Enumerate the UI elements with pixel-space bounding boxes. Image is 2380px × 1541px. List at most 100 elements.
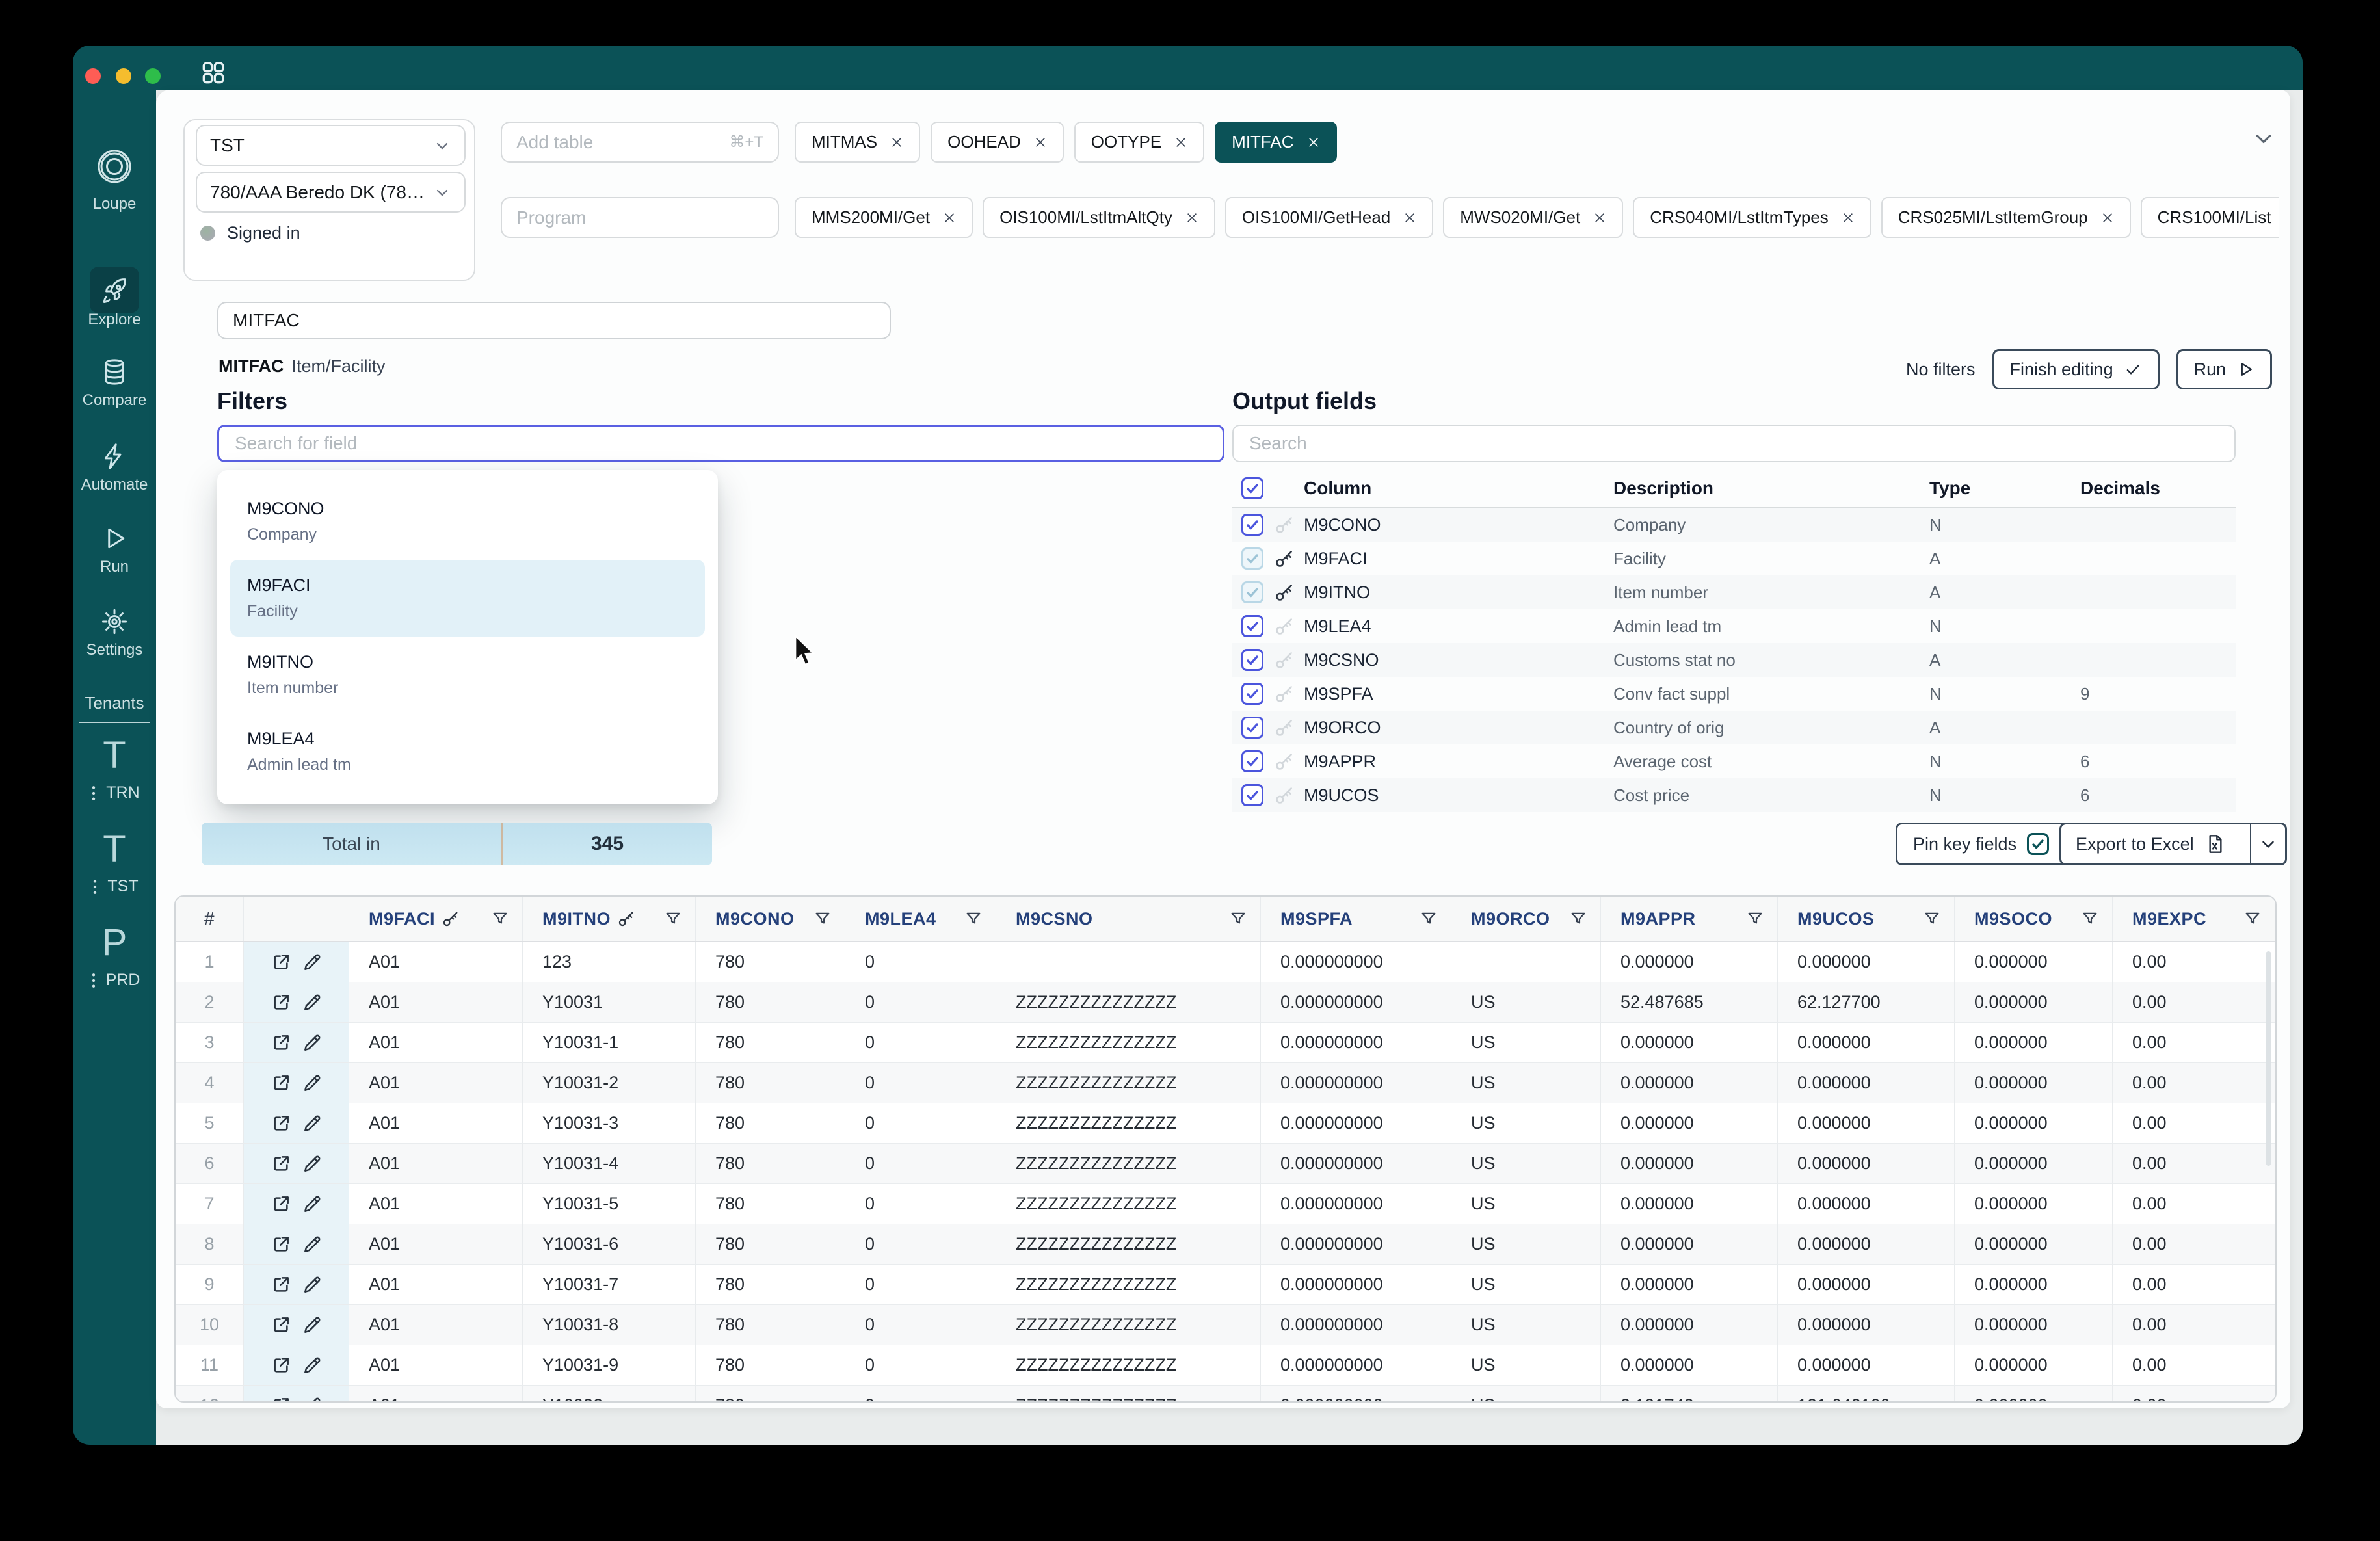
- edit-pencil-icon[interactable]: [302, 1315, 323, 1336]
- finish-editing-button[interactable]: Finish editing: [1992, 349, 2160, 389]
- select-all-checkbox[interactable]: [1241, 477, 1263, 499]
- environment-select[interactable]: TST: [196, 125, 466, 166]
- close-icon[interactable]: [943, 211, 956, 224]
- filter-search-input[interactable]: Search for field: [217, 425, 1224, 462]
- edit-pencil-icon[interactable]: [302, 1033, 323, 1053]
- table-row[interactable]: 2 A01 Y10031 780 0 ZZZZZZZZZZZZZZZ 0.000…: [176, 982, 2275, 1023]
- filter-funnel-icon[interactable]: [1420, 910, 1438, 928]
- filter-funnel-icon[interactable]: [1569, 910, 1587, 928]
- open-external-icon[interactable]: [271, 952, 291, 973]
- column-header[interactable]: M9CSNO: [996, 897, 1261, 941]
- tenant-item[interactable]: T TST: [90, 827, 139, 896]
- pin-key-fields-button[interactable]: Pin key fields: [1896, 823, 2067, 865]
- open-external-icon[interactable]: [271, 1033, 291, 1053]
- program-chip[interactable]: OIS100MI/GetHead: [1224, 197, 1434, 238]
- field-checkbox[interactable]: [1241, 547, 1263, 570]
- column-header[interactable]: M9CONO: [696, 897, 845, 941]
- table-row[interactable]: 1 A01 123 780 0 0.000000000 0.000000 0.0…: [176, 942, 2275, 982]
- zoom-button[interactable]: [145, 68, 161, 84]
- column-header[interactable]: M9ORCO: [1451, 897, 1601, 941]
- program-chip[interactable]: CRS025MI/LstItemGroup: [1881, 197, 2131, 238]
- sidebar-item-automate[interactable]: Automate: [73, 442, 156, 494]
- filter-funnel-icon[interactable]: [1923, 910, 1941, 928]
- close-icon[interactable]: [890, 136, 903, 149]
- close-icon[interactable]: [1593, 211, 1606, 224]
- table-row[interactable]: 9 A01 Y10031-7 780 0 ZZZZZZZZZZZZZZZ 0.0…: [176, 1265, 2275, 1305]
- open-external-icon[interactable]: [271, 1194, 291, 1215]
- tenant-item[interactable]: P PRD: [89, 921, 140, 990]
- close-icon[interactable]: [2101, 211, 2114, 224]
- open-external-icon[interactable]: [271, 1274, 291, 1295]
- table-row[interactable]: 8 A01 Y10031-6 780 0 ZZZZZZZZZZZZZZZ 0.0…: [176, 1224, 2275, 1265]
- table-chip[interactable]: MITMAS: [795, 122, 921, 163]
- close-icon[interactable]: [1842, 211, 1855, 224]
- table-chip[interactable]: OOTYPE: [1074, 122, 1205, 163]
- field-option[interactable]: M9CSNO: [217, 790, 718, 804]
- close-icon[interactable]: [1403, 211, 1416, 224]
- table-row[interactable]: 3 A01 Y10031-1 780 0 ZZZZZZZZZZZZZZZ 0.0…: [176, 1023, 2275, 1063]
- column-header[interactable]: M9ITNO: [523, 897, 696, 941]
- filter-funnel-icon[interactable]: [664, 910, 682, 928]
- field-option[interactable]: M9ITNO Item number: [217, 637, 718, 713]
- program-chip[interactable]: OIS100MI/LstItmAltQty: [983, 197, 1215, 238]
- edit-pencil-icon[interactable]: [302, 1194, 323, 1215]
- table-row[interactable]: 4 A01 Y10031-2 780 0 ZZZZZZZZZZZZZZZ 0.0…: [176, 1063, 2275, 1103]
- field-checkbox[interactable]: [1241, 717, 1263, 739]
- program-chip[interactable]: CRS100MI/List: [2140, 197, 2279, 238]
- program-chip[interactable]: MWS020MI/Get: [1443, 197, 1624, 238]
- column-header[interactable]: M9SPFA: [1261, 897, 1451, 941]
- program-chip[interactable]: CRS040MI/LstItmTypes: [1633, 197, 1871, 238]
- filter-funnel-icon[interactable]: [1229, 910, 1247, 928]
- field-checkbox[interactable]: [1241, 581, 1263, 603]
- column-header[interactable]: M9EXPC: [2113, 897, 2275, 941]
- open-external-icon[interactable]: [271, 1395, 291, 1401]
- close-icon[interactable]: [1307, 136, 1320, 149]
- minimize-button[interactable]: [116, 68, 131, 84]
- edit-pencil-icon[interactable]: [302, 1073, 323, 1094]
- field-checkbox[interactable]: [1241, 750, 1263, 772]
- open-external-icon[interactable]: [271, 1355, 291, 1376]
- column-header[interactable]: M9LEA4: [845, 897, 996, 941]
- field-checkbox[interactable]: [1241, 514, 1263, 536]
- sidebar-item-explore[interactable]: Explore: [73, 277, 156, 329]
- edit-pencil-icon[interactable]: [302, 1395, 323, 1401]
- table-chip[interactable]: MITFAC: [1215, 122, 1337, 163]
- field-checkbox[interactable]: [1241, 784, 1263, 806]
- kebab-menu-icon[interactable]: [90, 878, 99, 895]
- close-icon[interactable]: [1185, 211, 1198, 224]
- filter-funnel-icon[interactable]: [964, 910, 983, 928]
- close-button[interactable]: [85, 68, 101, 84]
- run-button[interactable]: Run: [2176, 349, 2273, 389]
- sidebar-item-compare[interactable]: Compare: [73, 358, 156, 410]
- edit-pencil-icon[interactable]: [302, 952, 323, 973]
- close-icon[interactable]: [1174, 136, 1187, 149]
- close-icon[interactable]: [1034, 136, 1047, 149]
- kebab-menu-icon[interactable]: [89, 785, 98, 802]
- column-header[interactable]: M9UCOS: [1778, 897, 1955, 941]
- export-options-chevron[interactable]: [2249, 824, 2285, 863]
- tenant-item[interactable]: T TRN: [89, 733, 140, 802]
- open-external-icon[interactable]: [271, 1234, 291, 1255]
- edit-pencil-icon[interactable]: [302, 1234, 323, 1255]
- filter-funnel-icon[interactable]: [2243, 910, 2262, 928]
- company-select[interactable]: 780/AAA Beredo DK (780/...: [196, 172, 466, 213]
- program-chip[interactable]: MMS200MI/Get: [795, 197, 973, 238]
- table-row[interactable]: 5 A01 Y10031-3 780 0 ZZZZZZZZZZZZZZZ 0.0…: [176, 1103, 2275, 1144]
- field-checkbox[interactable]: [1241, 649, 1263, 671]
- sidebar-item-run[interactable]: Run: [73, 524, 156, 576]
- field-option[interactable]: M9LEA4 Admin lead tm: [217, 713, 718, 790]
- field-option[interactable]: M9FACI Facility: [230, 560, 705, 637]
- column-header[interactable]: M9SOCO: [1955, 897, 2113, 941]
- table-name-input[interactable]: MITFAC: [217, 302, 891, 339]
- add-table-input[interactable]: Add table ⌘+T: [501, 122, 779, 163]
- table-row[interactable]: 10 A01 Y10031-8 780 0 ZZZZZZZZZZZZZZZ 0.…: [176, 1305, 2275, 1345]
- table-row[interactable]: 6 A01 Y10031-4 780 0 ZZZZZZZZZZZZZZZ 0.0…: [176, 1144, 2275, 1184]
- filter-funnel-icon[interactable]: [491, 910, 509, 928]
- table-row[interactable]: 11 A01 Y10031-9 780 0 ZZZZZZZZZZZZZZZ 0.…: [176, 1345, 2275, 1386]
- edit-pencil-icon[interactable]: [302, 1355, 323, 1376]
- open-external-icon[interactable]: [271, 1073, 291, 1094]
- open-external-icon[interactable]: [271, 1153, 291, 1174]
- table-row[interactable]: 7 A01 Y10031-5 780 0 ZZZZZZZZZZZZZZZ 0.0…: [176, 1184, 2275, 1224]
- collapse-chevron-icon[interactable]: [2251, 126, 2276, 151]
- open-external-icon[interactable]: [271, 992, 291, 1013]
